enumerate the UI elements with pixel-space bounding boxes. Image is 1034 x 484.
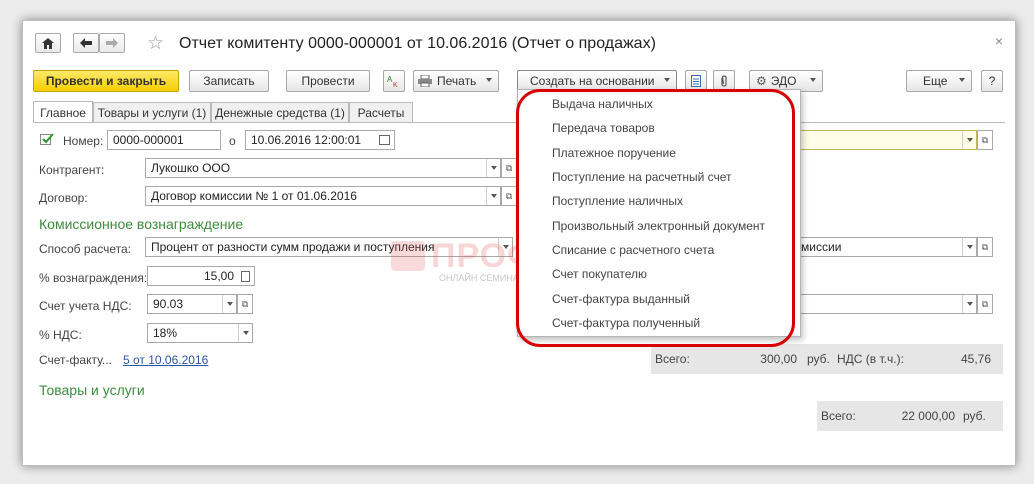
calc-method-value: Процент от разности сумм продажи и посту… [151, 240, 435, 254]
counterparty-value: Лукошко ООО [151, 161, 231, 175]
vat-pct-label: % НДС: [39, 328, 82, 342]
journal-entries-icon: A K [387, 75, 398, 88]
counterparty-field[interactable]: Лукошко ООО [145, 158, 501, 178]
commission-total-value: 300,00 [760, 352, 797, 366]
more-label: Еще [923, 74, 948, 88]
reward-pct-label: % вознаграждения: [39, 271, 148, 285]
contract-field[interactable]: Договор комиссии № 1 от 01.06.2016 [145, 186, 501, 206]
paperclip-icon [721, 74, 727, 87]
posted-document-icon [40, 133, 54, 145]
menu-item-payment-order[interactable]: Платежное поручение [552, 146, 676, 160]
arrow-right-icon [106, 38, 118, 48]
goods-total-label: Всего: [821, 409, 856, 423]
close-icon[interactable]: × [995, 33, 1003, 49]
menu-item-cash-receipt[interactable]: Поступление наличных [552, 194, 683, 208]
page-title: Отчет комитенту 0000-000001 от 10.06.201… [179, 35, 656, 52]
reward-pct-value: 15,00 [203, 269, 234, 283]
save-button[interactable]: Записать [189, 70, 269, 92]
date-label: о [229, 134, 236, 148]
home-icon [42, 37, 54, 49]
contract-open-icon[interactable]: ⧉ [501, 186, 517, 206]
responsible-open-icon[interactable]: ⧉ [977, 130, 993, 150]
vat-account-field[interactable]: 90.03 [147, 294, 237, 314]
printer-icon [418, 75, 432, 87]
tab-goods-services[interactable]: Товары и услуги (1) [93, 102, 211, 123]
commission-item-field[interactable]: комиссии [783, 237, 977, 257]
forward-button[interactable] [99, 33, 125, 53]
date-field[interactable]: 10.06.2016 12:00:01 [245, 130, 395, 150]
back-button[interactable] [73, 33, 99, 53]
post-and-close-button[interactable]: Провести и закрыть [33, 70, 179, 92]
post-button[interactable]: Провести [286, 70, 370, 92]
arrow-left-icon [80, 38, 92, 48]
vat-account-open-icon[interactable]: ⧉ [237, 294, 253, 314]
goods-total-value: 22 000,00 [901, 409, 955, 423]
responsible-field[interactable] [783, 130, 977, 150]
document-icon [691, 75, 701, 87]
number-field[interactable]: 0000-000001 [107, 130, 221, 150]
more-button[interactable]: Еще [906, 70, 972, 92]
menu-item-customer-invoice[interactable]: Счет покупателю [552, 267, 647, 281]
menu-item-custom-edoc[interactable]: Произвольный электронный документ [552, 219, 765, 233]
commission-vat-value: 45,76 [960, 352, 991, 366]
tab-settlements[interactable]: Расчеты [349, 102, 413, 123]
calendar-icon[interactable] [379, 135, 390, 145]
invoice-link[interactable]: 5 от 10.06.2016 [123, 353, 208, 367]
commission-item-open-icon[interactable]: ⧉ [977, 237, 993, 257]
print-label: Печать [437, 74, 477, 88]
tab-main[interactable]: Главное [33, 101, 93, 123]
tab-cash[interactable]: Денежные средства (1) [211, 102, 349, 123]
calculator-icon[interactable] [241, 271, 250, 282]
menu-item-vat-invoice-received[interactable]: Счет-фактура полученный [552, 316, 700, 330]
print-button[interactable]: Печать [413, 70, 499, 92]
right-account-open-icon[interactable]: ⧉ [977, 294, 993, 314]
svg-text:K: K [393, 82, 398, 88]
counterparty-label: Контрагент: [39, 163, 105, 177]
commission-section-title: Комиссионное вознаграждение [39, 216, 244, 232]
goods-currency: руб. [963, 409, 986, 423]
invoice-label: Счет-факту... [39, 353, 112, 367]
help-button[interactable]: ? [981, 70, 1003, 92]
create-based-on-menu: Выдача наличных Передача товаров Платежн… [517, 89, 801, 337]
goods-totals: Всего: 22 000,00 руб. [817, 401, 1003, 431]
counterparty-open-icon[interactable]: ⧉ [501, 158, 517, 178]
goods-section-title: Товары и услуги [39, 382, 145, 398]
vat-pct-value: 18% [153, 326, 178, 340]
edo-label: ЭДО [770, 74, 797, 88]
date-value: 10.06.2016 12:00:01 [251, 133, 362, 147]
calc-method-label: Способ расчета: [39, 242, 131, 256]
home-button[interactable] [35, 33, 61, 53]
menu-item-bank-receipt[interactable]: Поступление на расчетный счет [552, 170, 732, 184]
commission-total-label: Всего: [655, 352, 690, 366]
menu-item-cash-issue[interactable]: Выдача наличных [552, 97, 653, 111]
right-account-field[interactable] [783, 294, 977, 314]
vat-pct-field[interactable]: 18% [147, 323, 253, 343]
number-label: Номер: [63, 134, 104, 148]
document-window: ☆ Отчет комитенту 0000-000001 от 10.06.2… [22, 20, 1016, 466]
contract-value: Договор комиссии № 1 от 01.06.2016 [151, 189, 357, 203]
create-based-on-label: Создать на основании [530, 74, 655, 88]
vat-account-value: 90.03 [153, 297, 184, 311]
commission-currency: руб. [807, 352, 830, 366]
star-icon[interactable]: ☆ [147, 32, 164, 55]
vat-account-label: Счет учета НДС: [39, 299, 132, 313]
calc-method-field[interactable]: Процент от разности сумм продажи и посту… [145, 237, 513, 257]
menu-item-goods-transfer[interactable]: Передача товаров [552, 121, 655, 135]
dt-kt-button[interactable]: A K [383, 70, 405, 92]
commission-totals: Всего: 300,00 руб. НДС (в т.ч.): 45,76 [651, 344, 1003, 374]
commission-vat-label: НДС (в т.ч.): [837, 352, 904, 366]
edo-icon: ⚙ [756, 74, 767, 88]
menu-item-bank-debit[interactable]: Списание с расчетного счета [552, 243, 714, 257]
menu-item-vat-invoice-issued[interactable]: Счет-фактура выданный [552, 292, 690, 306]
contract-label: Договор: [39, 191, 88, 205]
reward-pct-field[interactable]: 15,00 [147, 266, 255, 286]
